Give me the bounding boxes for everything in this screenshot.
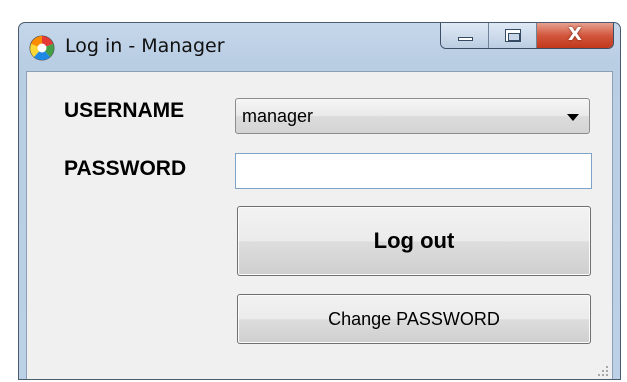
resize-grip-icon[interactable] <box>597 365 609 377</box>
username-label: USERNAME <box>64 99 185 122</box>
title-bar[interactable]: Log in - Manager X <box>19 23 620 71</box>
username-dropdown[interactable]: manager <box>235 98 590 134</box>
maximize-icon <box>505 29 521 42</box>
close-icon: X <box>568 24 582 45</box>
change-password-button[interactable]: Change PASSWORD <box>237 294 591 344</box>
username-value: manager <box>242 106 314 126</box>
login-window: Log in - Manager X USERNAME manager PASS… <box>18 22 621 380</box>
chevron-down-icon <box>567 114 579 121</box>
minimize-button[interactable] <box>441 23 489 48</box>
window-title: Log in - Manager <box>65 35 225 57</box>
logout-button[interactable]: Log out <box>237 206 591 276</box>
minimize-icon <box>458 37 473 41</box>
app-logo-icon <box>29 35 55 61</box>
maximize-button[interactable] <box>489 23 537 48</box>
close-button[interactable]: X <box>537 23 613 48</box>
caption-buttons: X <box>440 23 614 49</box>
login-form: USERNAME manager PASSWORD Log out Change… <box>26 71 613 379</box>
password-field[interactable] <box>235 153 592 189</box>
password-label: PASSWORD <box>64 157 187 180</box>
